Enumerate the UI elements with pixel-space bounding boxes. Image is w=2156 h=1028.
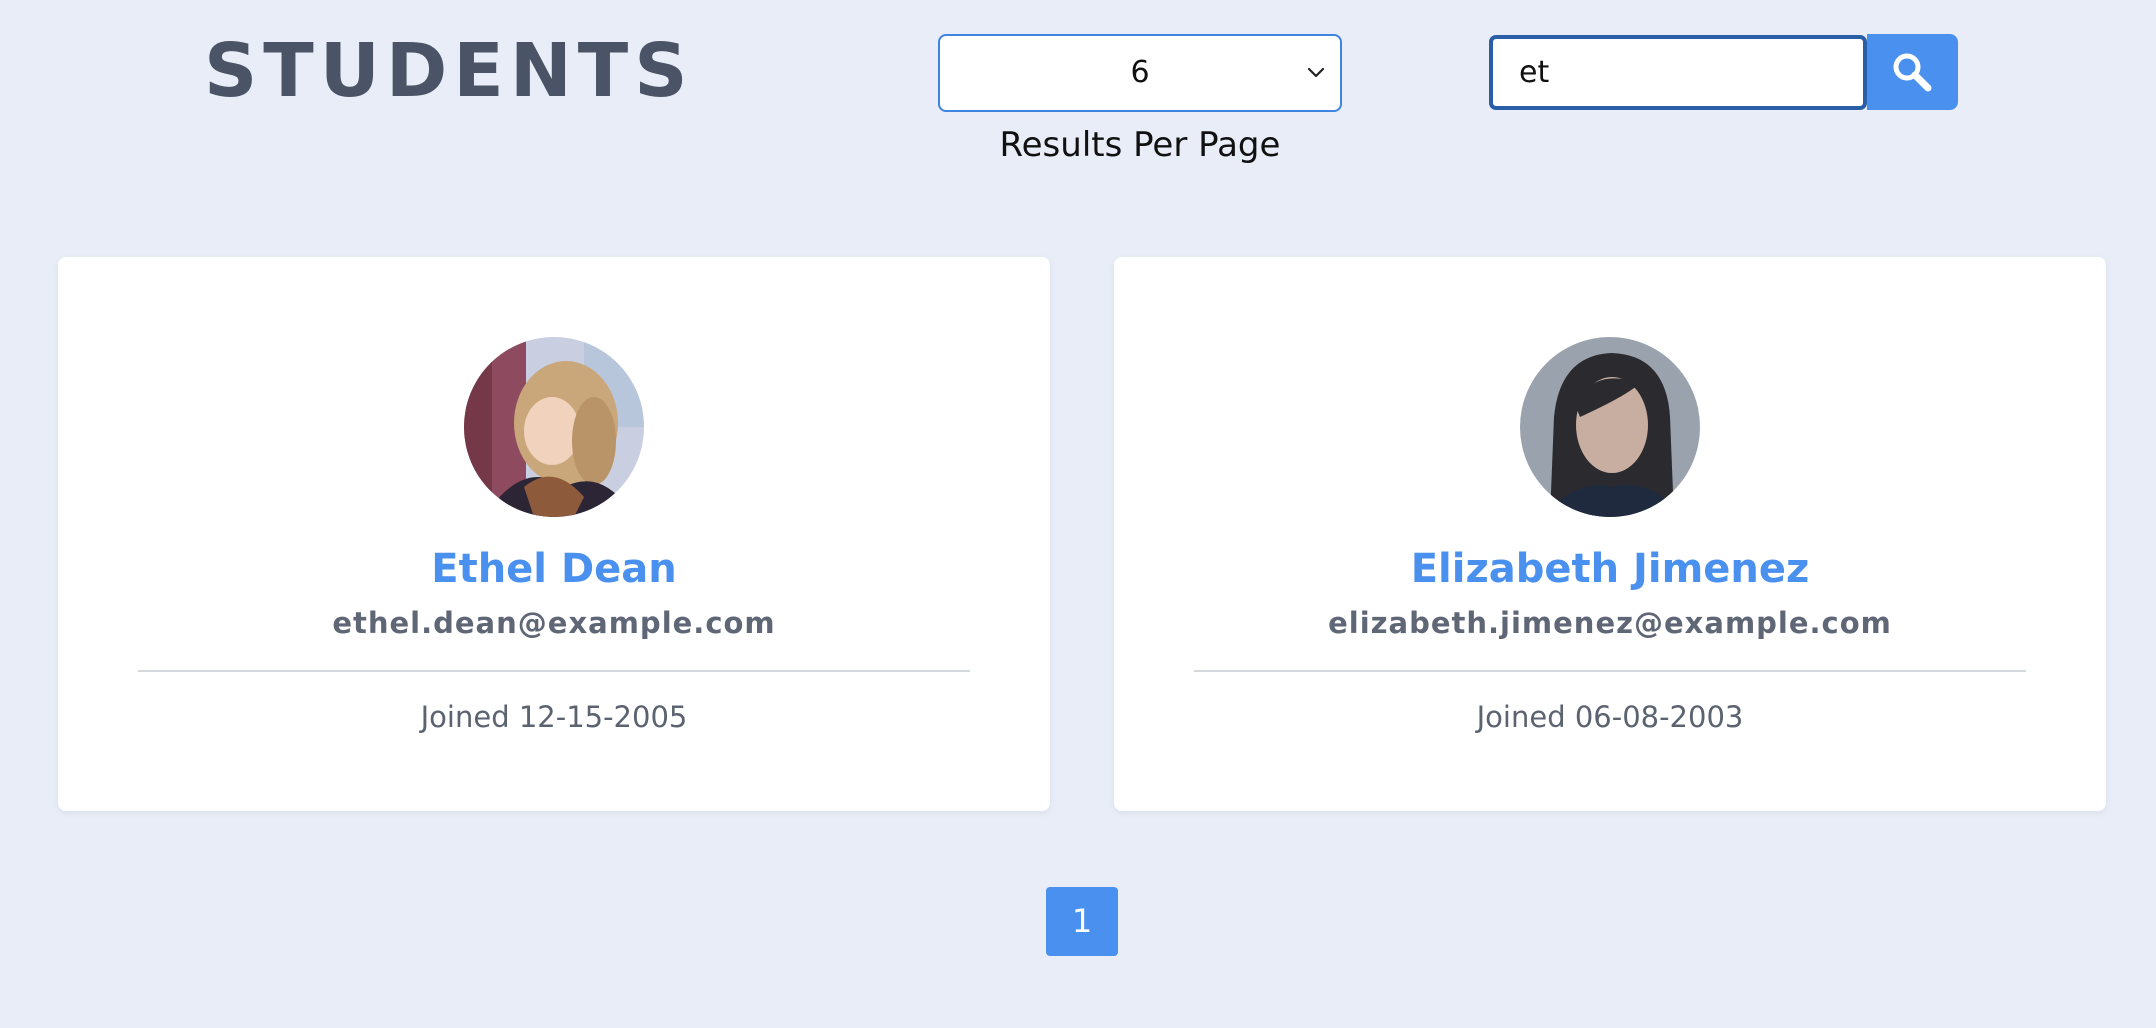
avatar bbox=[1520, 337, 1700, 517]
search-input[interactable] bbox=[1489, 35, 1867, 110]
chevron-down-icon bbox=[1307, 67, 1325, 78]
card-divider bbox=[138, 670, 970, 672]
student-name[interactable]: Ethel Dean bbox=[58, 541, 1050, 597]
pagination-page-1-button[interactable]: 1 bbox=[1046, 887, 1118, 956]
student-email: elizabeth.jimenez@example.com bbox=[1328, 606, 1892, 640]
results-per-page-value: 6 bbox=[1130, 55, 1150, 90]
card-divider bbox=[1194, 670, 2026, 672]
joined-date: Joined 06-08-2003 bbox=[1476, 700, 1744, 734]
results-per-page-label: Results Per Page bbox=[999, 125, 1281, 165]
student-card: Elizabeth Jimenez elizabeth.jimenez@exam… bbox=[1114, 257, 2106, 811]
search-icon bbox=[1893, 53, 1932, 92]
results-per-page-select[interactable]: 6 bbox=[938, 34, 1342, 112]
student-name[interactable]: Elizabeth Jimenez bbox=[1114, 541, 2106, 597]
avatar bbox=[464, 337, 644, 517]
page-title: STUDENTS bbox=[204, 28, 694, 114]
student-email: ethel.dean@example.com bbox=[332, 606, 776, 640]
search-button[interactable] bbox=[1867, 34, 1958, 110]
joined-date: Joined 12-15-2005 bbox=[420, 700, 688, 734]
student-card: Ethel Dean ethel.dean@example.com Joined… bbox=[58, 257, 1050, 811]
